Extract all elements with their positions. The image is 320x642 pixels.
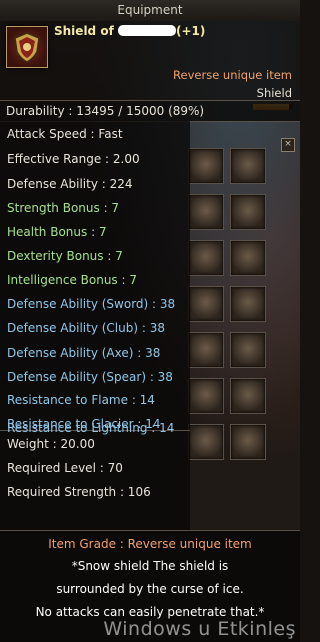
item-enhancement: (+1) (175, 24, 206, 38)
req-level: Required Level : 70 (7, 461, 123, 475)
stat-dexterity-bonus: Dexterity Bonus : 7 (7, 249, 123, 263)
item-name: Shield of (+1) (54, 24, 205, 38)
item-name-prefix: Shield of (54, 24, 114, 38)
stats-list: Attack Speed : Fast Effective Range : 2.… (0, 121, 190, 431)
item-description-footer: Item Grade : Reverse unique item *Snow s… (0, 530, 300, 642)
item-description-line: surrounded by the curse of ice. (56, 582, 244, 596)
durability-label: Durability : 13495 / 15000 (89%) (6, 104, 205, 118)
stat-strength-bonus: Strength Bonus : 7 (7, 201, 120, 215)
activation-watermark: Windows u Etkinleş (103, 618, 296, 640)
equipment-window: Equipment Shield of (+1) Reverse unique … (0, 0, 300, 642)
stat-defense-spear: Defense Ability (Spear) : 38 (7, 370, 173, 384)
stat-defense-club: Defense Ability (Club) : 38 (7, 321, 165, 335)
window-title: Equipment (117, 3, 183, 17)
stat-effective-range: Effective Range : 2.00 (7, 152, 140, 166)
stat-resist-lightning: Resistance to Lightning : 14 (7, 421, 175, 435)
item-description-line: No attacks can easily penetrate that.* (35, 605, 265, 619)
stat-defense-ability: Defense Ability : 224 (7, 177, 133, 191)
stat-attack-speed: Attack Speed : Fast (7, 127, 123, 141)
item-type: Shield (256, 86, 292, 100)
item-rarity: Reverse unique item (173, 68, 292, 82)
stat-defense-sword: Defense Ability (Sword) : 38 (7, 297, 176, 311)
shield-icon (6, 26, 48, 68)
item-header: Shield of (+1) Reverse unique item Shiel… (0, 20, 300, 111)
stat-resist-flame: Resistance to Flame : 14 (7, 393, 155, 407)
redacted-text (117, 25, 176, 36)
stat-intelligence-bonus: Intelligence Bonus : 7 (7, 273, 137, 287)
stat-health-bonus: Health Bonus : 7 (7, 225, 107, 239)
durability-row: Durability : 13495 / 15000 (89%) (0, 100, 300, 122)
stat-defense-axe: Defense Ability (Axe) : 38 (7, 346, 161, 360)
window-titlebar: Equipment (0, 0, 300, 21)
item-grade: Item Grade : Reverse unique item (48, 537, 252, 551)
requirements-section: Resistance to Lightning : 14 Weight : 20… (0, 421, 190, 531)
req-weight: Weight : 20.00 (7, 437, 95, 451)
item-description-line: *Snow shield The shield is (71, 559, 229, 573)
req-strength: Required Strength : 106 (7, 485, 151, 499)
